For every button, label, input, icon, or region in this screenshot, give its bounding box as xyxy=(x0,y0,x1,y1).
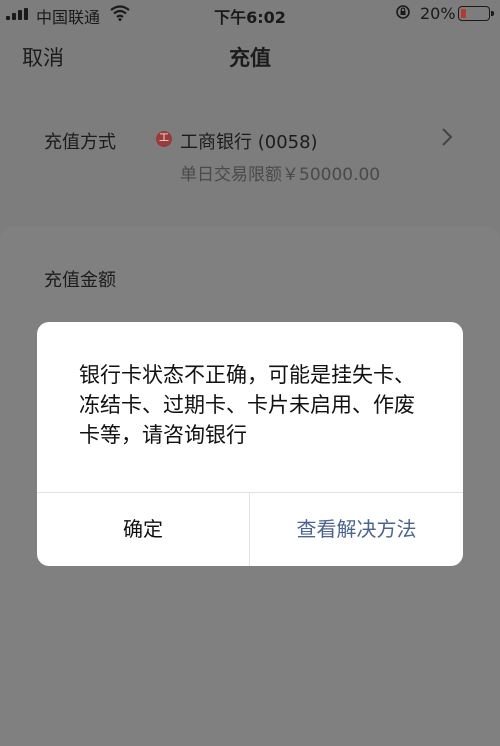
chevron-right-icon[interactable] xyxy=(440,126,454,154)
status-bar: 中国联通 下午6:02 20% xyxy=(0,0,500,28)
payment-method-label: 充值方式 xyxy=(44,132,116,153)
battery-percent: 20% xyxy=(420,4,456,23)
battery-icon xyxy=(458,6,494,21)
view-solution-button[interactable]: 查看解决方法 xyxy=(250,493,463,566)
daily-limit-text: 单日交易限额￥50000.00 xyxy=(180,165,381,185)
amount-label: 充值金额 xyxy=(44,270,116,291)
error-dialog: 银行卡状态不正确，可能是挂失卡、冻结卡、过期卡、卡片未启用、作废卡等，请咨询银行… xyxy=(37,322,463,566)
rotation-lock-icon xyxy=(395,4,411,24)
confirm-button[interactable]: 确定 xyxy=(37,493,249,566)
battery-fill xyxy=(461,9,466,18)
dialog-message: 银行卡状态不正确，可能是挂失卡、冻结卡、过期卡、卡片未启用、作废卡等，请咨询银行 xyxy=(79,363,415,447)
page-title: 充值 xyxy=(229,46,271,70)
bank-logo-icon: 工 xyxy=(156,131,172,147)
bank-card-selector[interactable]: 工商银行 (0058) xyxy=(180,128,318,154)
